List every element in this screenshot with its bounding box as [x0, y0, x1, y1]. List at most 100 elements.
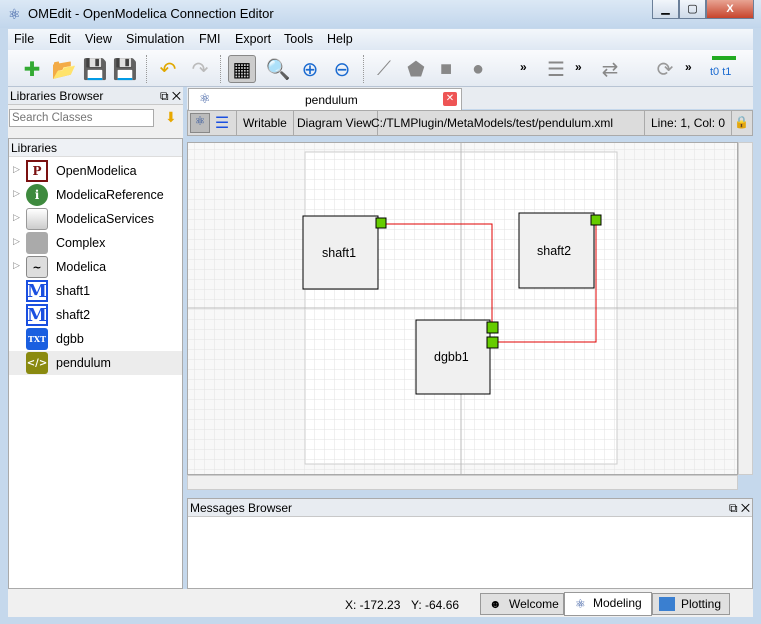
vertical-scrollbar[interactable] — [738, 142, 753, 475]
menu-view[interactable]: View — [85, 32, 112, 46]
overflow-chevron[interactable]: » — [685, 60, 692, 74]
polygon-icon[interactable]: ⬟ — [402, 55, 430, 83]
window-title: OMEdit - OpenModelica Connection Editor — [28, 6, 274, 21]
port-shaft1 — [375, 217, 387, 229]
new-file-icon[interactable]: ✚ — [18, 55, 46, 83]
menu-help[interactable]: Help — [327, 32, 353, 46]
component-label[interactable]: shaft1 — [322, 246, 356, 260]
package-icon — [26, 232, 48, 254]
perspective-plotting[interactable]: Plotting — [652, 593, 730, 615]
arrow-down-icon[interactable]: ⬇ — [165, 109, 177, 126]
toolbar: ✚ 📂 💾 💾 ↶ ↷ ▦ 🔍 ⊕ ⊖ ⟋ ⬟ ■ ● » ☰ » ⇄ ⟳ » … — [8, 50, 753, 87]
file-path: C:/TLMPlugin/MetaModels/test/pendulum.xm… — [365, 111, 645, 135]
overflow-chevron[interactable]: » — [520, 60, 527, 74]
text-align-icon[interactable]: ☰ — [542, 55, 570, 83]
tree-item-shaft1[interactable]: Mshaft1 — [9, 279, 182, 303]
writable-label: Writable — [236, 111, 294, 135]
component-label[interactable]: dgbb1 — [434, 350, 469, 364]
tab-pendulum[interactable]: ⚛ pendulum ✕ — [188, 88, 462, 110]
y-coordinate: Y: -64.66 — [411, 598, 460, 612]
openmodelica-icon: P — [26, 160, 48, 182]
reload-icon[interactable]: ⟳ — [651, 55, 679, 83]
time-sync-icon[interactable]: t0 t1 — [710, 66, 731, 78]
xml-file-icon: </> — [26, 352, 48, 374]
tree-item-shaft2[interactable]: Mshaft2 — [9, 303, 182, 327]
status-bar: X: -172.23 Y: -64.66 ☻ Welcome ⚛ Modeling … — [8, 589, 753, 617]
libraries-browser-header: Libraries Browser ⧉ ✕ — [8, 87, 183, 105]
perspective-welcome[interactable]: ☻ Welcome — [480, 593, 564, 615]
tab-bar: ⚛ pendulum ✕ — [187, 87, 753, 110]
ellipse-icon[interactable]: ● — [464, 55, 492, 83]
model-icon: ⚛ — [199, 91, 211, 106]
tree-item-modelica[interactable]: ▷ ~ Modelica — [9, 255, 182, 279]
tree-item-dgbb[interactable]: TXT dgbb — [9, 327, 182, 351]
rectangle-icon[interactable]: ■ — [432, 55, 460, 83]
tree-item-pendulum[interactable]: </> pendulum — [9, 351, 182, 375]
panel-title: Messages Browser — [190, 501, 293, 515]
menu-fmi[interactable]: FMI — [199, 32, 221, 46]
libraries-browser: Libraries Browser ⧉ ✕ ⬇ Libraries ▷POpenM… — [8, 87, 183, 589]
tree-item-modelicaservices[interactable]: ▷ ModelicaServices — [9, 207, 182, 231]
zoom-out-icon[interactable]: ⊖ — [328, 55, 356, 83]
app-icon: ⚛ — [8, 6, 21, 22]
tree-item-modelicareference[interactable]: ▷ i ModelicaReference — [9, 183, 182, 207]
menu-export[interactable]: Export — [235, 32, 271, 46]
swap-icon[interactable]: ⇄ — [596, 55, 624, 83]
text-file-icon: TXT — [26, 328, 48, 350]
libraries-tree: Libraries ▷ P OpenModelica ▷ i ModelicaRefer… — [8, 138, 183, 589]
tree-header: Libraries — [9, 139, 182, 157]
messages-browser: Messages Browser ⧉ ✕ — [187, 498, 753, 589]
open-folder-icon[interactable]: 📂 — [50, 55, 78, 83]
plotting-icon — [659, 597, 675, 611]
modelica-icon: ~ — [26, 256, 48, 278]
line-icon[interactable]: ⟋ — [370, 55, 398, 83]
tab-label: pendulum — [305, 93, 358, 107]
port-dgbb1-b — [486, 336, 499, 349]
diagram-canvas[interactable]: shaft1 shaft2 dgbb1 — [187, 142, 738, 475]
maximize-button[interactable]: ▢ — [679, 0, 706, 19]
component-label[interactable]: shaft2 — [537, 244, 571, 258]
model-editor: ⚛ pendulum ✕ ⚛ ☰ Writable Diagram View C… — [187, 87, 753, 495]
title-bar: ⚛ OMEdit - OpenModelica Connection Edito… — [0, 0, 761, 28]
tree-item-complex[interactable]: ▷ Complex — [9, 231, 182, 255]
perspective-modeling[interactable]: ⚛ Modeling — [564, 592, 652, 616]
zoom-in-icon[interactable]: ⊕ — [296, 55, 324, 83]
menu-edit[interactable]: Edit — [49, 32, 71, 46]
zoom-reset-icon[interactable]: 🔍 — [264, 55, 292, 83]
float-close-icons[interactable]: ⧉ ✕ — [729, 501, 750, 516]
search-classes-input[interactable] — [9, 109, 154, 127]
menu-tools[interactable]: Tools — [284, 32, 313, 46]
time-bar-icon — [712, 56, 736, 60]
menu-bar: File Edit View Simulation FMI Export Too… — [8, 29, 753, 50]
cursor-position: Line: 1, Col: 0 — [645, 111, 733, 135]
panel-title: Libraries Browser — [10, 89, 104, 103]
overflow-chevron[interactable]: » — [575, 60, 582, 74]
text-view-icon[interactable]: ☰ — [213, 113, 231, 133]
model-icon: M — [26, 304, 48, 326]
diagram-view-icon[interactable]: ⚛ — [190, 113, 210, 133]
messages-header: Messages Browser ⧉ ✕ — [188, 499, 752, 517]
float-close-icons[interactable]: ⧉ ✕ — [160, 89, 181, 104]
redo-icon[interactable]: ↷ — [186, 55, 214, 83]
port-shaft2 — [590, 214, 602, 226]
lock-icon[interactable]: 🔒 — [734, 115, 749, 129]
menu-simulation[interactable]: Simulation — [126, 32, 184, 46]
save-icon[interactable]: 💾 — [81, 55, 109, 83]
modeling-icon: ⚛ — [575, 597, 586, 611]
close-tab-icon[interactable]: ✕ — [443, 92, 457, 106]
editor-info-bar: ⚛ ☰ Writable Diagram View C:/TLMPlugin/M… — [187, 110, 753, 136]
port-dgbb1-a — [486, 321, 499, 334]
grid-toggle-icon[interactable]: ▦ — [228, 55, 256, 83]
save-all-icon[interactable]: 💾 — [111, 55, 139, 83]
tree-item-openmodelica[interactable]: ▷ P OpenModelica — [9, 159, 182, 183]
info-icon: i — [26, 184, 48, 206]
undo-icon[interactable]: ↶ — [154, 55, 182, 83]
package-icon — [26, 208, 48, 230]
close-button[interactable]: X — [706, 0, 754, 19]
model-icon: M — [26, 280, 48, 302]
diagram-svg — [188, 143, 737, 474]
menu-file[interactable]: File — [14, 32, 34, 46]
minimize-button[interactable]: ▁ — [652, 0, 679, 19]
welcome-icon: ☻ — [489, 597, 502, 611]
horizontal-scrollbar[interactable] — [187, 475, 738, 490]
